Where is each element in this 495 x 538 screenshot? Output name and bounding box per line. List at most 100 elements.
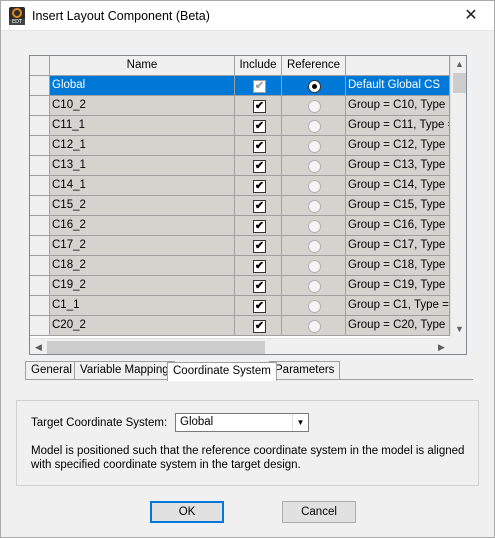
horizontal-scrollbar[interactable]: ◀ ▶ xyxy=(30,338,450,354)
app-icon-label: EDT xyxy=(9,19,25,25)
include-checkbox[interactable]: ✔ xyxy=(253,120,266,133)
scroll-left-icon[interactable]: ◀ xyxy=(30,339,47,354)
description-cell: Group = C15, Type = C xyxy=(346,196,450,216)
vertical-scroll-thumb[interactable] xyxy=(453,73,466,93)
row-selector[interactable] xyxy=(30,196,50,216)
row-selector[interactable] xyxy=(30,156,50,176)
name-cell[interactable]: C10_2 xyxy=(50,96,235,116)
name-cell[interactable]: Global xyxy=(50,76,235,96)
name-cell[interactable]: C14_1 xyxy=(50,176,235,196)
column-header-include[interactable]: Include xyxy=(235,56,282,76)
scroll-up-icon[interactable]: ▲ xyxy=(451,56,466,73)
column-header-reference[interactable]: Reference xyxy=(282,56,346,76)
horizontal-scroll-thumb[interactable] xyxy=(47,341,265,354)
reference-radio[interactable] xyxy=(308,160,321,173)
reference-radio[interactable] xyxy=(308,220,321,233)
include-checkbox[interactable]: ✔ xyxy=(253,240,266,253)
name-cell[interactable]: C20_2 xyxy=(50,316,235,336)
reference-radio[interactable] xyxy=(308,300,321,313)
name-cell[interactable]: C12_1 xyxy=(50,136,235,156)
name-cell[interactable]: C13_1 xyxy=(50,156,235,176)
name-cell[interactable]: C19_2 xyxy=(50,276,235,296)
row-selector[interactable] xyxy=(30,276,50,296)
reference-cell xyxy=(282,156,346,176)
reference-radio[interactable] xyxy=(308,180,321,193)
name-cell[interactable]: C17_2 xyxy=(50,236,235,256)
target-coordinate-system-dropdown[interactable]: Global ▼ xyxy=(175,413,309,432)
include-checkbox[interactable]: ✔ xyxy=(253,280,266,293)
column-header-description[interactable] xyxy=(346,56,450,76)
include-checkbox[interactable]: ✔ xyxy=(253,220,266,233)
reference-radio[interactable] xyxy=(308,140,321,153)
reference-cell xyxy=(282,136,346,156)
ok-button[interactable]: OK xyxy=(150,501,224,523)
include-checkbox[interactable]: ✔ xyxy=(253,320,266,333)
row-selector[interactable] xyxy=(30,296,50,316)
tab-parameters[interactable]: Parameters xyxy=(269,361,341,379)
reference-radio[interactable] xyxy=(308,100,321,113)
reference-cell xyxy=(282,316,346,336)
include-cell: ✔ xyxy=(235,116,282,136)
row-selector[interactable] xyxy=(30,256,50,276)
include-cell: ✔ xyxy=(235,136,282,156)
row-selector[interactable] xyxy=(30,76,50,96)
vertical-scrollbar[interactable]: ▲ ▼ xyxy=(450,56,466,338)
include-checkbox[interactable]: ✔ xyxy=(253,260,266,273)
cancel-button[interactable]: Cancel xyxy=(282,501,356,523)
tab-coordinate-system[interactable]: Coordinate System xyxy=(167,362,277,381)
tab-general[interactable]: General xyxy=(25,361,78,379)
include-cell: ✔ xyxy=(235,196,282,216)
description-cell: Group = C18, Type = C xyxy=(346,256,450,276)
reference-cell xyxy=(282,176,346,196)
tab-variable-mapping[interactable]: Variable Mapping xyxy=(74,361,175,379)
window-title: Insert Layout Component (Beta) xyxy=(32,9,210,23)
row-selector[interactable] xyxy=(30,96,50,116)
description-cell: Group = C11, Type = C xyxy=(346,116,450,136)
description-cell: Group = C10, Type = C xyxy=(346,96,450,116)
reference-radio[interactable] xyxy=(308,200,321,213)
include-cell: ✔ xyxy=(235,316,282,336)
description-cell: Group = C13, Type = C xyxy=(346,156,450,176)
reference-radio[interactable] xyxy=(308,280,321,293)
row-selector[interactable] xyxy=(30,116,50,136)
close-icon[interactable]: ✕ xyxy=(448,1,494,31)
name-cell[interactable]: C16_2 xyxy=(50,216,235,236)
include-checkbox[interactable]: ✔ xyxy=(253,80,266,93)
scroll-corner xyxy=(450,338,466,354)
description-cell: Group = C20, Type = C xyxy=(346,316,450,336)
name-cell[interactable]: C18_2 xyxy=(50,256,235,276)
reference-radio[interactable] xyxy=(308,80,321,93)
include-checkbox[interactable]: ✔ xyxy=(253,100,266,113)
row-selector[interactable] xyxy=(30,176,50,196)
scroll-right-icon[interactable]: ▶ xyxy=(433,339,450,354)
include-checkbox[interactable]: ✔ xyxy=(253,180,266,193)
row-selector[interactable] xyxy=(30,216,50,236)
description-cell: Group = C17, Type = C xyxy=(346,236,450,256)
include-cell: ✔ xyxy=(235,216,282,236)
scroll-down-icon[interactable]: ▼ xyxy=(451,321,466,338)
column-header-name[interactable]: Name xyxy=(50,56,235,76)
row-selector[interactable] xyxy=(30,316,50,336)
reference-cell xyxy=(282,236,346,256)
dialog-window: EDT Insert Layout Component (Beta) ✕ Nam… xyxy=(0,0,495,538)
include-checkbox[interactable]: ✔ xyxy=(253,300,266,313)
reference-radio[interactable] xyxy=(308,260,321,273)
title-bar[interactable]: EDT Insert Layout Component (Beta) ✕ xyxy=(1,1,494,31)
include-checkbox[interactable]: ✔ xyxy=(253,140,266,153)
name-cell[interactable]: C11_1 xyxy=(50,116,235,136)
reference-radio[interactable] xyxy=(308,240,321,253)
include-checkbox[interactable]: ✔ xyxy=(253,200,266,213)
row-selector[interactable] xyxy=(30,136,50,156)
chevron-down-icon[interactable]: ▼ xyxy=(292,414,308,431)
name-cell[interactable]: C1_1 xyxy=(50,296,235,316)
row-selector[interactable] xyxy=(30,236,50,256)
reference-radio[interactable] xyxy=(308,320,321,333)
include-cell: ✔ xyxy=(235,256,282,276)
name-cell[interactable]: C15_2 xyxy=(50,196,235,216)
include-checkbox[interactable]: ✔ xyxy=(253,160,266,173)
reference-cell xyxy=(282,216,346,236)
dropdown-selected-value: Global xyxy=(180,416,214,428)
reference-radio[interactable] xyxy=(308,120,321,133)
include-cell: ✔ xyxy=(235,296,282,316)
component-grid[interactable]: Name Include Reference Global ✔ Default Gl… xyxy=(29,55,467,355)
